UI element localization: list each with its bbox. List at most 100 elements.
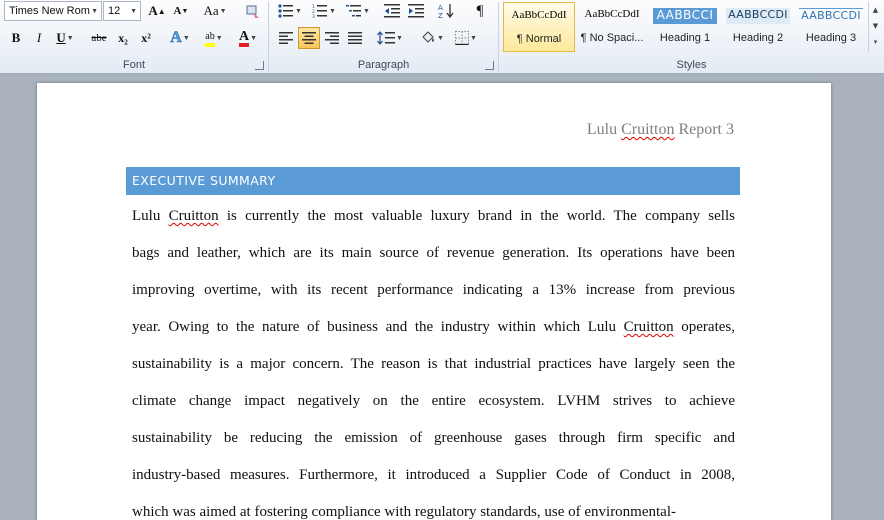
increase-indent-icon xyxy=(408,4,424,18)
highlight-color-button[interactable]: ab ▼ xyxy=(198,27,230,49)
change-case-button[interactable]: Aa ▼ xyxy=(200,0,230,22)
subscript-button[interactable]: x₂ xyxy=(112,27,134,49)
style-name: ¶ Normal xyxy=(516,33,562,45)
style-normal[interactable]: AaBbCcDdI ¶ Normal xyxy=(503,2,575,52)
text-effects-button[interactable]: A ▼ xyxy=(166,27,194,49)
numbering-button[interactable]: 1 2 3 ▼ xyxy=(309,0,339,22)
misspelled-word: Cruitton xyxy=(168,208,219,224)
style-heading-1[interactable]: AABBCCI Heading 1 xyxy=(649,2,721,52)
text-line: sustainability be reducing the emission … xyxy=(132,420,735,457)
shrink-font-button[interactable]: A ▼ xyxy=(170,0,192,22)
chevron-down-icon: ▼ xyxy=(363,7,370,15)
chevron-down-icon: ▼ xyxy=(219,7,227,15)
decrease-indent-button[interactable] xyxy=(381,0,403,22)
text-run: is currently the most valuable luxury br… xyxy=(218,208,735,224)
svg-text:Z: Z xyxy=(438,12,443,19)
paragraph-dialog-launcher-icon[interactable] xyxy=(485,61,494,70)
font-color-button[interactable]: A ▼ xyxy=(233,27,263,49)
sort-az-icon: A Z xyxy=(438,4,454,19)
chevron-down-icon: ▼ xyxy=(215,34,223,42)
style-name: Heading 2 xyxy=(732,32,784,44)
font-name-combo[interactable]: Times New Rom ▼ xyxy=(4,1,102,21)
align-right-icon xyxy=(325,32,339,44)
text-line: sustainability is a major concern. The r… xyxy=(132,346,735,383)
underline-button[interactable]: U ▼ xyxy=(51,27,79,49)
text-run: improving overtime, with its recent perf… xyxy=(132,282,735,298)
superscript-button[interactable]: x² xyxy=(135,27,157,49)
section-heading: EXECUTIVE SUMMARY xyxy=(126,167,740,195)
font-dialog-launcher-icon[interactable] xyxy=(255,61,264,70)
ribbon: Times New Rom ▼ 12 ▼ A ▲ A ▼ Aa ▼ B I U … xyxy=(0,0,884,74)
text-run: operates, xyxy=(673,319,735,335)
header-report: Report 3 xyxy=(678,121,734,138)
eraser-icon xyxy=(246,5,259,18)
align-center-button[interactable] xyxy=(298,27,320,49)
style-sample: AABBCCI xyxy=(653,8,717,24)
chevron-down-icon[interactable]: ▼ xyxy=(869,18,882,34)
chevron-down-icon: ▼ xyxy=(130,8,137,15)
style-no-spacing[interactable]: AaBbCcDdI ¶ No Spaci... xyxy=(576,2,648,52)
sort-button[interactable]: A Z xyxy=(435,0,457,22)
font-size-combo[interactable]: 12 ▼ xyxy=(103,1,141,21)
border-icon xyxy=(455,31,470,45)
strikethrough-button[interactable]: abe xyxy=(86,27,112,49)
more-styles-icon[interactable]: ▾ xyxy=(869,34,882,50)
decrease-indent-icon xyxy=(384,4,400,18)
grow-font-button[interactable]: A ▲ xyxy=(146,0,168,22)
paint-bucket-icon xyxy=(422,31,435,43)
show-formatting-button[interactable]: ¶ xyxy=(469,0,491,22)
misspelled-word: Cruitton xyxy=(623,319,674,335)
paragraph-group: ▼ 1 2 3 ▼ ▼ A Z ¶ ▼ ▼ ▼ Paragraph xyxy=(269,0,498,74)
borders-button[interactable]: ▼ xyxy=(451,27,481,49)
styles-group-label: Styles xyxy=(676,59,707,71)
font-group: Times New Rom ▼ 12 ▼ A ▲ A ▼ Aa ▼ B I U … xyxy=(0,0,268,74)
text-line: which was aimed at fostering compliance … xyxy=(132,494,735,520)
style-name: ¶ No Spaci... xyxy=(580,32,644,44)
styles-group: AaBbCcDdI ¶ Normal AaBbCcDdI ¶ No Spaci.… xyxy=(499,0,884,74)
align-left-icon xyxy=(279,32,293,44)
text-run: year. Owing to the nature of business an… xyxy=(132,319,624,335)
line-spacing-button[interactable]: ▼ xyxy=(375,27,405,49)
font-size-value: 12 xyxy=(108,5,121,17)
text-line: bags and leather, which are its main sou… xyxy=(132,235,735,272)
justify-button[interactable] xyxy=(344,27,366,49)
style-sample: AABBCCDI xyxy=(726,8,790,24)
grow-arrow-icon: ▲ xyxy=(157,6,166,16)
bullet-list-icon xyxy=(278,4,294,18)
align-right-button[interactable] xyxy=(321,27,343,49)
line-spacing-icon xyxy=(377,31,396,45)
chevron-down-icon: ▼ xyxy=(91,8,98,15)
justify-icon xyxy=(348,32,362,44)
document-workspace: Lulu Cruitton Report 3 EXECUTIVE SUMMARY… xyxy=(0,75,884,520)
bullets-button[interactable]: ▼ xyxy=(275,0,305,22)
chevron-down-icon: ▼ xyxy=(295,7,302,15)
highlighter-icon: ab xyxy=(205,29,215,47)
text-run: climate change impact negatively on the … xyxy=(132,393,735,409)
text-line: improving overtime, with its recent perf… xyxy=(132,272,735,309)
increase-indent-button[interactable] xyxy=(405,0,427,22)
chevron-down-icon: ▼ xyxy=(437,34,444,42)
text-run: which was aimed at fostering compliance … xyxy=(132,504,676,520)
align-left-button[interactable] xyxy=(275,27,297,49)
text-run: sustainability be reducing the emission … xyxy=(132,430,735,446)
clear-formatting-button[interactable] xyxy=(242,0,264,22)
chevron-down-icon: ▼ xyxy=(66,34,74,42)
chevron-up-icon[interactable]: ▲ xyxy=(869,2,882,18)
paragraph-group-label: Paragraph xyxy=(357,59,410,71)
chevron-down-icon: ▼ xyxy=(470,34,477,42)
document-page[interactable]: Lulu Cruitton Report 3 EXECUTIVE SUMMARY… xyxy=(37,83,831,520)
numbered-list-icon: 1 2 3 xyxy=(312,4,328,18)
styles-gallery-scroll[interactable]: ▲ ▼ ▾ xyxy=(868,2,882,52)
style-heading-3[interactable]: AABBCCDI Heading 3 xyxy=(795,2,867,52)
bold-button[interactable]: B xyxy=(5,27,27,49)
shading-button[interactable]: ▼ xyxy=(417,27,447,49)
multilevel-list-button[interactable]: ▼ xyxy=(343,0,373,22)
text-run: industry-based measures. Furthermore, it… xyxy=(132,467,735,483)
chevron-down-icon: ▼ xyxy=(250,34,258,42)
style-heading-2[interactable]: AABBCCDI Heading 2 xyxy=(722,2,794,52)
italic-button[interactable]: I xyxy=(28,27,50,49)
chevron-down-icon: ▼ xyxy=(329,7,336,15)
body-paragraph: Lulu Cruitton is currently the most valu… xyxy=(132,198,735,520)
page-header: Lulu Cruitton Report 3 xyxy=(587,121,734,139)
header-name: Lulu xyxy=(586,121,618,138)
